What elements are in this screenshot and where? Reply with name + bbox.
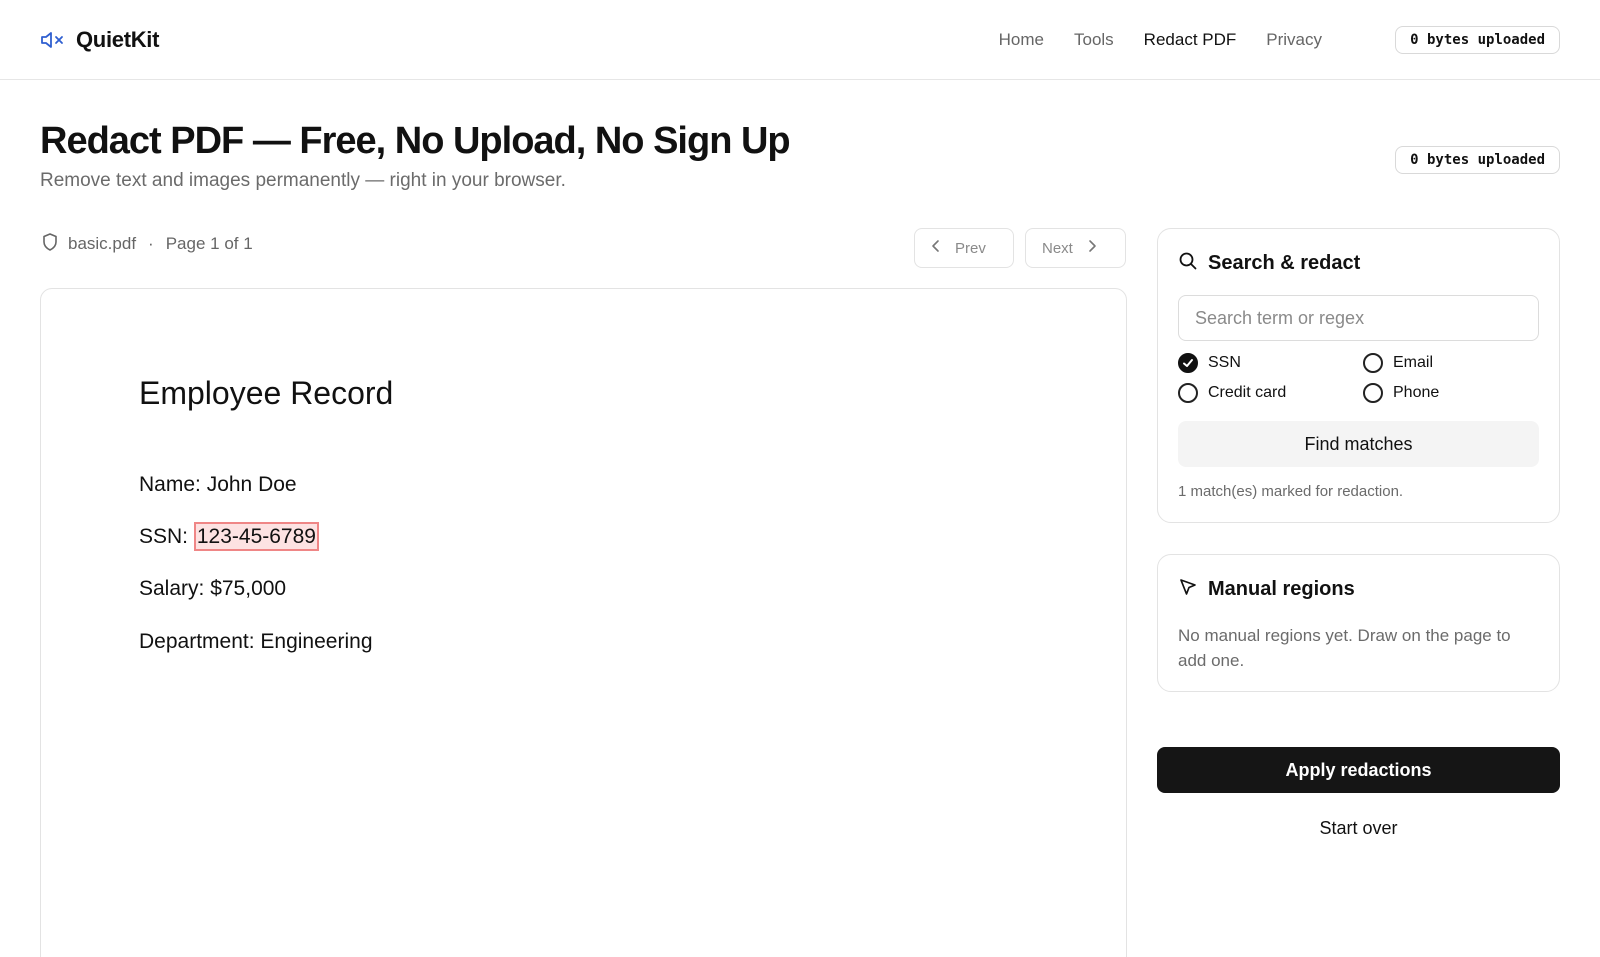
checkbox-unchecked-icon xyxy=(1178,383,1198,403)
search-icon xyxy=(1178,251,1198,276)
match-status-text: 1 match(es) marked for redaction. xyxy=(1178,483,1404,500)
search-input[interactable] xyxy=(1178,295,1539,341)
next-page-button[interactable]: Next xyxy=(1025,228,1126,268)
pdf-line-label: Salary: xyxy=(139,577,205,600)
brand-name: QuietKit xyxy=(76,27,160,52)
search-redact-panel: Search & redact SSN Email Credit card Ph… xyxy=(1157,228,1560,523)
shield-icon xyxy=(40,232,60,257)
page-subtitle: Remove text and images permanently — rig… xyxy=(40,170,566,191)
pdf-line-label: SSN: xyxy=(139,525,189,548)
manual-regions-empty-text: No manual regions yet. Draw on the page … xyxy=(1178,626,1511,670)
main-nav: Home Tools Redact PDF Privacy xyxy=(999,26,1322,54)
option-ssn-checkbox[interactable]: SSN xyxy=(1178,353,1241,373)
pdf-line-ssn: SSN: 123-45-6789 xyxy=(139,522,319,551)
meta-separator: · xyxy=(148,234,154,253)
top-navigation-bar: QuietKit Home Tools Redact PDF Privacy 0… xyxy=(0,0,1600,80)
option-label: Credit card xyxy=(1208,384,1287,401)
nav-privacy[interactable]: Privacy xyxy=(1266,30,1322,50)
pdf-line-name: Name: John Doe xyxy=(139,473,297,497)
cursor-arrow-icon xyxy=(1178,577,1198,602)
pdf-page-canvas[interactable]: Employee Record Name: John Doe SSN: 123-… xyxy=(40,288,1127,957)
upload-counter-badge-page: 0 bytes uploaded xyxy=(1395,146,1560,174)
apply-redactions-button[interactable]: Apply redactions xyxy=(1157,747,1560,793)
option-label: SSN xyxy=(1208,354,1241,371)
prev-label: Prev xyxy=(955,239,986,257)
pdf-line-value: Engineering xyxy=(260,630,373,653)
prev-page-button[interactable]: Prev xyxy=(914,228,1014,268)
start-over-button[interactable]: Start over xyxy=(1157,818,1560,839)
upload-counter-badge: 0 bytes uploaded xyxy=(1395,26,1560,54)
pdf-line-value: $75,000 xyxy=(210,577,287,600)
search-panel-title: Search & redact xyxy=(1208,252,1361,274)
option-credit-card-checkbox[interactable]: Credit card xyxy=(1178,383,1286,403)
document-filename: basic.pdf xyxy=(68,234,137,253)
find-matches-button[interactable]: Find matches xyxy=(1178,421,1539,467)
checkbox-unchecked-icon xyxy=(1363,383,1383,403)
manual-regions-panel: Manual regions No manual regions yet. Dr… xyxy=(1157,554,1560,692)
page-indicator: Page 1 of 1 xyxy=(165,234,253,253)
speaker-muted-icon xyxy=(40,30,66,50)
pdf-document-title: Employee Record xyxy=(139,375,394,411)
search-panel-header: Search & redact xyxy=(1178,251,1360,276)
document-meta: basic.pdf · Page 1 of 1 xyxy=(40,232,253,256)
manual-panel-title: Manual regions xyxy=(1208,578,1355,600)
chevron-left-icon xyxy=(931,239,941,257)
option-label: Email xyxy=(1393,354,1434,371)
pdf-line-department: Department: Engineering xyxy=(139,630,373,654)
pdf-line-label: Department: xyxy=(139,630,255,653)
nav-redact-pdf[interactable]: Redact PDF xyxy=(1144,30,1237,50)
pdf-line-salary: Salary: $75,000 xyxy=(139,577,286,601)
option-phone-checkbox[interactable]: Phone xyxy=(1363,383,1439,403)
redaction-match-highlight[interactable]: 123-45-6789 xyxy=(193,522,319,551)
pdf-line-value: John Doe xyxy=(206,473,297,496)
option-email-checkbox[interactable]: Email xyxy=(1363,353,1433,373)
chevron-right-icon xyxy=(1087,239,1097,257)
brand-logo[interactable]: QuietKit xyxy=(40,24,159,56)
page-title: Redact PDF — Free, No Upload, No Sign Up xyxy=(40,120,791,162)
next-label: Next xyxy=(1042,239,1073,257)
checkbox-checked-icon xyxy=(1178,353,1198,373)
checkbox-unchecked-icon xyxy=(1363,353,1383,373)
option-label: Phone xyxy=(1393,384,1440,401)
nav-tools[interactable]: Tools xyxy=(1074,30,1114,50)
nav-home[interactable]: Home xyxy=(999,30,1044,50)
pdf-line-label: Name: xyxy=(139,473,201,496)
manual-panel-header: Manual regions xyxy=(1178,577,1355,602)
